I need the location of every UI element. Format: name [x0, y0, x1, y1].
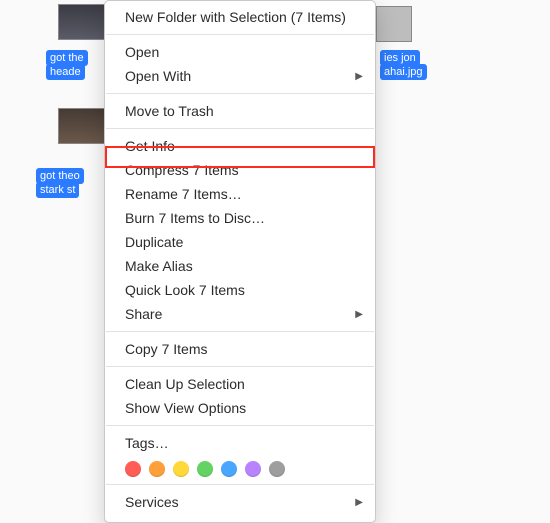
tag-dot-red[interactable]	[125, 461, 141, 477]
menu-separator	[106, 366, 374, 367]
menu-tags[interactable]: Tags…	[105, 431, 375, 455]
menu-burn[interactable]: Burn 7 Items to Disc…	[105, 206, 375, 230]
menu-show-view-options[interactable]: Show View Options	[105, 396, 375, 420]
menu-compress[interactable]: Compress 7 Items	[105, 158, 375, 182]
menu-separator	[106, 34, 374, 35]
file-thumbnail[interactable]	[376, 6, 412, 42]
menu-open-with-label: Open With	[125, 68, 191, 84]
menu-make-alias[interactable]: Make Alias	[105, 254, 375, 278]
menu-quick-look[interactable]: Quick Look 7 Items	[105, 278, 375, 302]
file-label: stark st	[36, 182, 79, 198]
tag-dot-orange[interactable]	[149, 461, 165, 477]
menu-services-label: Services	[125, 494, 179, 510]
tag-dot-purple[interactable]	[245, 461, 261, 477]
menu-open[interactable]: Open	[105, 40, 375, 64]
menu-share[interactable]: Share	[105, 302, 375, 326]
menu-separator	[106, 484, 374, 485]
menu-separator	[106, 93, 374, 94]
file-label: ahai.jpg	[380, 64, 427, 80]
menu-move-to-trash[interactable]: Move to Trash	[105, 99, 375, 123]
menu-share-label: Share	[125, 306, 162, 322]
menu-separator	[106, 128, 374, 129]
menu-clean-up[interactable]: Clean Up Selection	[105, 372, 375, 396]
file-label: heade	[46, 64, 85, 80]
tag-dot-green[interactable]	[197, 461, 213, 477]
menu-rename[interactable]: Rename 7 Items…	[105, 182, 375, 206]
menu-open-with[interactable]: Open With	[105, 64, 375, 88]
menu-separator	[106, 425, 374, 426]
menu-new-folder[interactable]: New Folder with Selection (7 Items)	[105, 5, 375, 29]
tags-row	[105, 455, 375, 479]
context-menu: New Folder with Selection (7 Items) Open…	[104, 0, 376, 523]
menu-get-info[interactable]: Get Info	[105, 134, 375, 158]
tag-dot-yellow[interactable]	[173, 461, 189, 477]
menu-duplicate[interactable]: Duplicate	[105, 230, 375, 254]
menu-services[interactable]: Services	[105, 490, 375, 514]
tag-dot-gray[interactable]	[269, 461, 285, 477]
menu-copy[interactable]: Copy 7 Items	[105, 337, 375, 361]
menu-separator	[106, 331, 374, 332]
tag-dot-blue[interactable]	[221, 461, 237, 477]
